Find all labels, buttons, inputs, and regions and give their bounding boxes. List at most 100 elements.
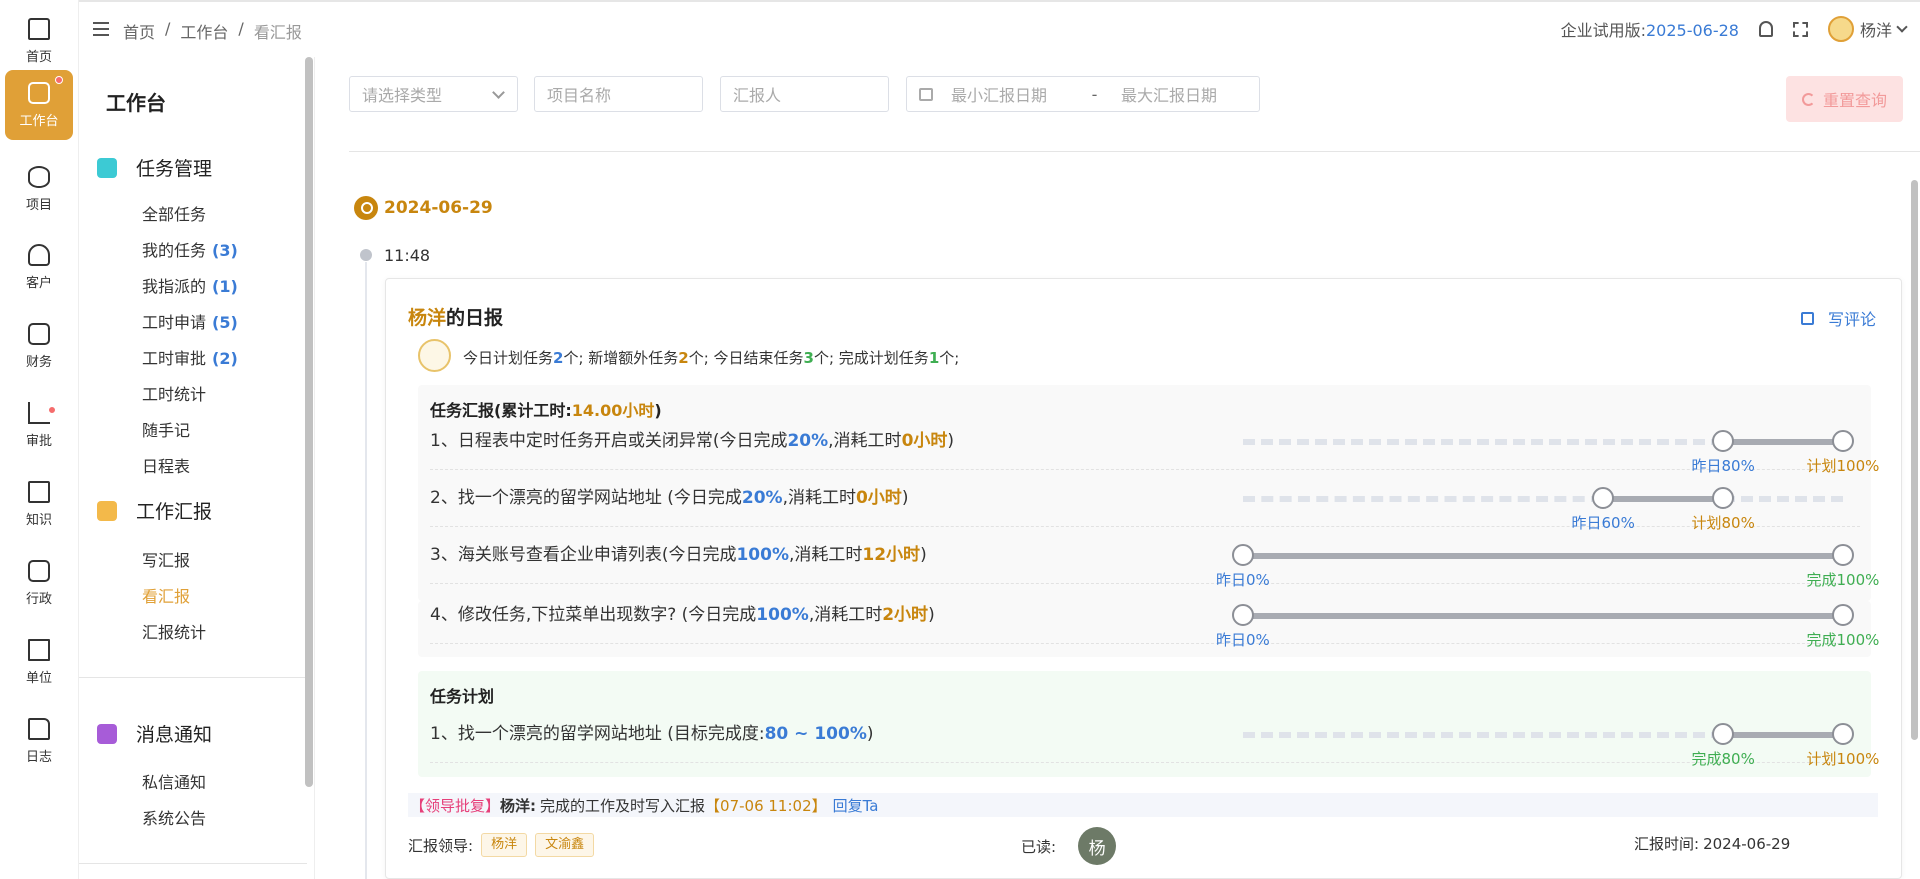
main-scrollbar[interactable] [1911,180,1918,740]
rail-item-customer[interactable]: 客户 [5,232,73,302]
reply-link[interactable]: 回复Ta [833,795,879,816]
project-name-input[interactable]: 项目名称 [534,76,703,112]
task-hours: 12小时 [862,545,921,565]
trial-info: 企业试用版:2025-06-28 [1561,17,1739,41]
plan-row-title[interactable]: 1、找一个漂亮的留学网站地址 (目标完成度:80 ~ 100%) [430,719,874,744]
menu-toggle-icon[interactable] [93,22,109,36]
rail-item-knowledge[interactable]: 知识 [5,469,73,539]
write-comment-button[interactable]: 写评论 [1800,306,1876,330]
sidebar-item-notes[interactable]: 随手记 [142,417,190,441]
group-messages[interactable]: 消息通知 [97,720,212,747]
group-work-report[interactable]: 工作汇报 [97,497,212,524]
sidebar-item-write-report[interactable]: 写汇报 [142,547,190,571]
date-range-picker[interactable]: 最小汇报日期 - 最大汇报日期 [906,76,1260,112]
row-divider [430,526,1860,527]
slider-knob-end[interactable] [1832,544,1854,566]
summary-text: 今日计划任务 [463,349,554,367]
neutral-face-icon [418,339,451,372]
sidebar-item-view-report[interactable]: 看汇报 [142,583,190,607]
slider-knob-start[interactable] [1712,723,1734,745]
task-row-title[interactable]: 2、找一个漂亮的留学网站地址 (今日完成20%,消耗工时0小时) [430,483,908,508]
sidebar-item-label: 看汇报 [142,587,191,606]
task-row-title[interactable]: 3、海关账号查看企业申请列表(今日完成100%,消耗工时12小时) [430,540,927,565]
bell-icon[interactable] [1758,21,1773,37]
rail-item-unit[interactable]: 单位 [5,627,73,697]
sidebar-item-label: 我的任务 [142,241,207,260]
chevron-down-icon [1896,21,1908,33]
sidebar-item-announcement[interactable]: 系统公告 [142,805,206,829]
slider-fill [1723,439,1843,445]
slider-knob-end[interactable] [1832,723,1854,745]
report-time-value: 2024-06-29 [1703,834,1791,853]
slider-knob-end[interactable] [1832,604,1854,626]
report-author[interactable]: 杨洋 [408,307,446,329]
slider-knob-start[interactable] [1232,544,1254,566]
sidebar-item-label: 工时审批 [142,349,207,368]
sidebar-item-report-stats[interactable]: 汇报统计 [142,619,206,643]
slider-knob-end[interactable] [1832,430,1854,452]
group-label: 消息通知 [136,724,213,746]
rail-label: 项目 [25,197,52,213]
slider-knob-end[interactable] [1712,487,1734,509]
message-icon [97,723,117,744]
rail-item-workbench[interactable]: 工作台 [5,70,73,140]
rail-label: 财务 [25,354,52,370]
type-select[interactable]: 请选择类型 [349,76,518,112]
avatar [1827,16,1854,42]
slider-knob-start[interactable] [1232,604,1254,626]
breadcrumb-home[interactable]: 首页 [123,19,155,43]
slider-knob-start[interactable] [1592,487,1614,509]
task-plan-section: 任务计划 1、找一个漂亮的留学网站地址 (目标完成度:80 ~ 100%) 完成… [418,671,1879,777]
reset-query-button[interactable]: 重置查询 [1786,76,1903,122]
count-badge: (2) [212,349,238,368]
reporter-input[interactable]: 汇报人 [720,76,889,112]
task-row-title[interactable]: 1、日程表中定时任务开启或关闭异常(今日完成20%,消耗工时0小时) [430,426,954,451]
date-min-placeholder[interactable]: 最小汇报日期 [951,82,1068,106]
group-label: 工作汇报 [136,501,213,523]
breadcrumb-workbench[interactable]: 工作台 [180,19,228,43]
approve-icon [28,401,50,424]
leader-approval: 【领导批复】 杨洋: 完成的工作及时写入汇报 【07-06 11:02】 回复Ta [408,793,1878,817]
calendar-icon [919,87,933,101]
date-max-placeholder[interactable]: 最大汇报日期 [1121,82,1217,106]
report-title: 杨洋的日报 [408,303,503,330]
task-row-title[interactable]: 4、修改任务,下拉菜单出现数字? (今日完成100%,消耗工时2小时) [430,600,935,625]
rail-item-approval[interactable]: 审批 [5,390,73,460]
user-menu[interactable]: 杨洋 [1827,16,1908,42]
timeline-line [365,262,367,879]
trial-label: 企业试用版: [1560,21,1646,40]
task-percent: 100% [756,605,809,625]
slider-knob-start[interactable] [1712,430,1734,452]
slider-label-start: 昨日80% [1691,457,1755,475]
rail-item-project[interactable]: 项目 [5,154,73,224]
sidebar-item-all-tasks[interactable]: 全部任务 [142,201,206,225]
rail-item-home[interactable]: 首页 [5,6,73,76]
reader-avatar[interactable]: 杨 [1078,827,1117,865]
sidebar-item-private-msg[interactable]: 私信通知 [142,769,206,793]
sidebar-item-hours-approve[interactable]: 工时审批 (2) [142,345,238,369]
building-icon [28,638,50,661]
leader-tag: 文渝鑫 [535,833,595,857]
report-card: 杨洋的日报 写评论 今日计划任务2个; 新增额外任务2个; 今日结束任务3个; … [385,278,1902,879]
sidebar-scrollbar[interactable] [305,57,313,787]
group-label: 任务管理 [136,158,213,180]
slider-label-end: 计划100% [1806,457,1880,475]
sidebar-item-hours-apply[interactable]: 工时申请 (5) [142,309,238,333]
approval-time: 【07-06 11:02】 [705,796,827,815]
rail-item-log[interactable]: 日志 [5,706,73,776]
rail-item-finance[interactable]: 财务 [5,311,73,381]
sidebar-item-schedule[interactable]: 日程表 [142,453,190,477]
database-icon [28,165,50,188]
rail-item-admin[interactable]: 行政 [5,548,73,618]
sidebar-item-assigned[interactable]: 我指派的 (1) [142,273,238,297]
user-icon [28,243,50,266]
slider-track [1723,496,1843,502]
task-report-section: 任务汇报(累计工时:14.00小时) 1、日程表中定时任务开启或关闭异常(今日完… [418,385,1879,601]
divider [79,863,307,864]
timeline-date-text: 2024-06-29 [384,198,493,218]
task-text: ) [901,488,909,508]
fullscreen-icon[interactable] [1792,21,1808,37]
sidebar-item-my-tasks[interactable]: 我的任务 (3) [142,237,238,261]
sidebar-item-hours-stats[interactable]: 工时统计 [142,381,206,405]
group-task-management[interactable]: 任务管理 [97,154,212,181]
